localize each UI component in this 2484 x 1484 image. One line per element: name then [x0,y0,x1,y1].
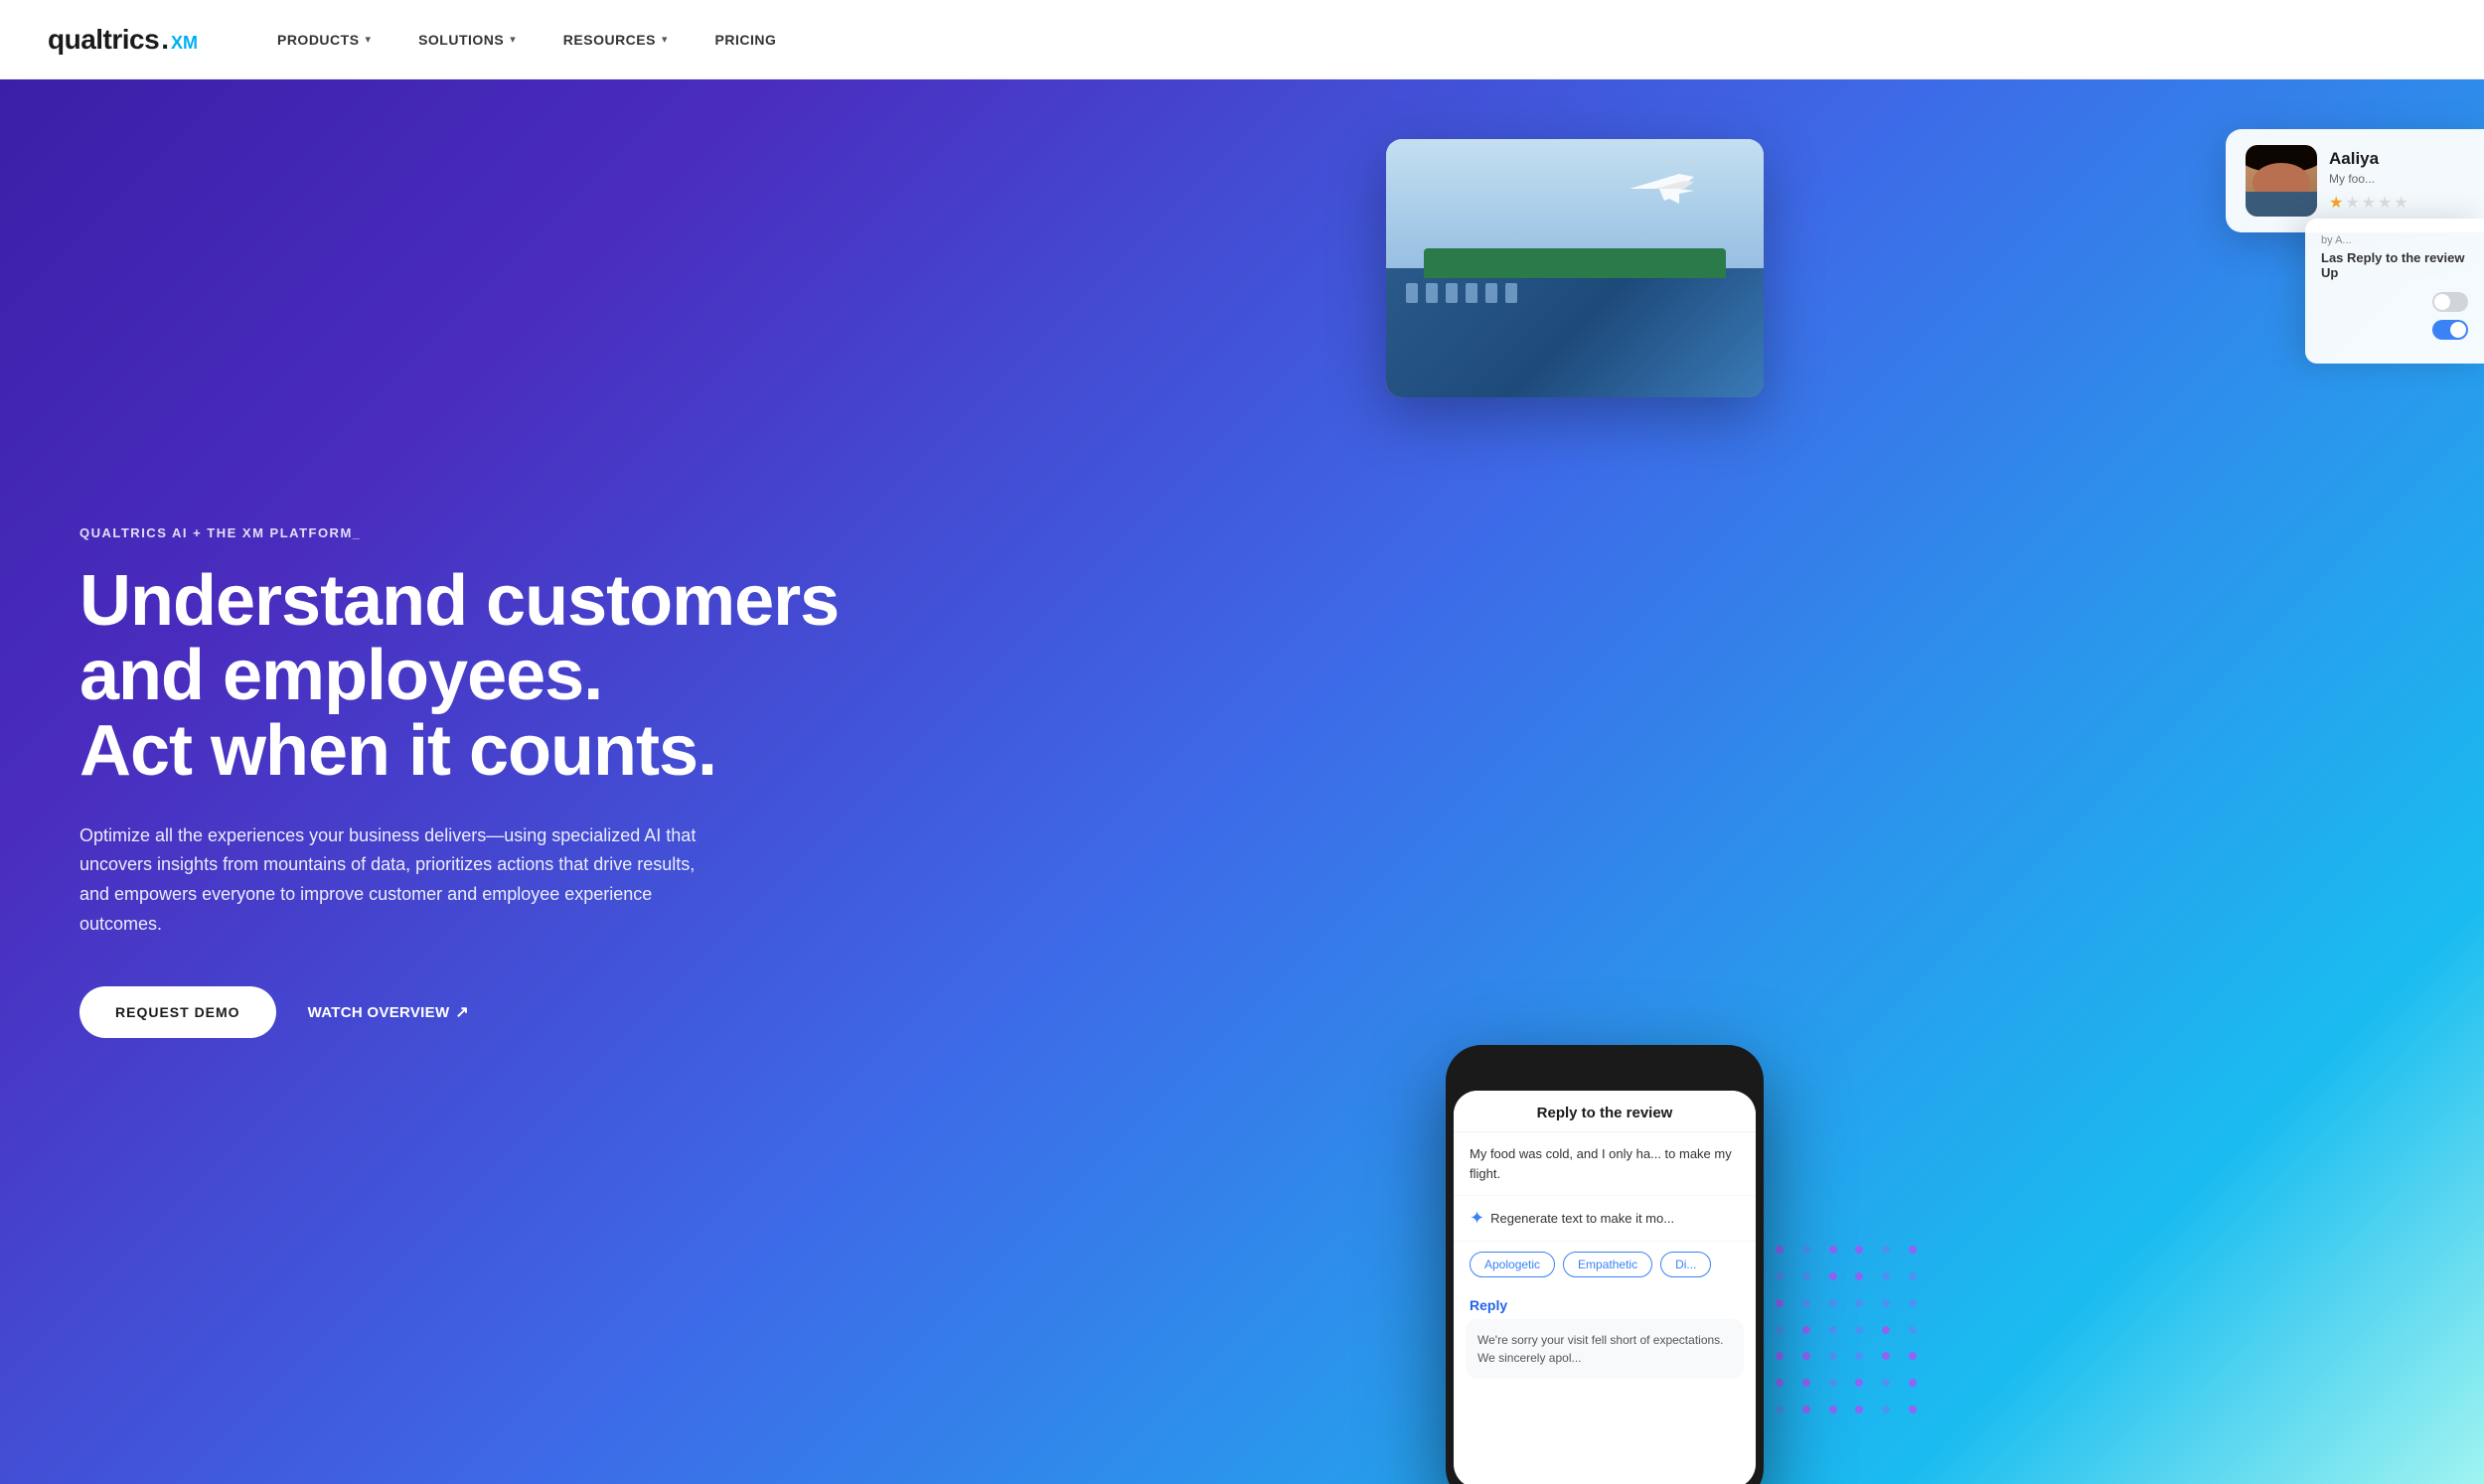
hero-description: Optimize all the experiences your busine… [79,821,715,940]
nav-label-resources: RESOURCES [563,32,656,48]
star-rating: ★ ★ ★ ★ ★ [2329,193,2464,213]
avatar [2246,145,2317,217]
logo-dot: . [161,24,169,56]
nav-label-solutions: SOLUTIONS [418,32,504,48]
toggle-1[interactable] [2432,292,2468,312]
hero-title-line3: Act when it counts. [79,711,716,791]
nav-item-products[interactable]: PRODUCTS ▾ [277,32,371,48]
regenerate-row: ✦ Regenerate text to make it mo... [1454,1196,1756,1242]
chevron-down-icon: ▾ [366,33,372,46]
hero-title: Understand customers and employees. Act … [79,564,1307,790]
hero-section: (function(){ const dp = document.querySe… [0,79,2484,1484]
chevron-down-icon: ▾ [662,33,668,46]
logo-xm: XM [171,33,198,54]
hero-eyebrow: QUALTRICS AI + THE XM PLATFORM_ [79,525,1307,540]
terminal-building [1386,268,1764,397]
side-panel-reply-label: Las Reply to the review Up [2321,250,2468,280]
profile-bubble: Aaliya My foo... ★ ★ ★ ★ ★ [2226,129,2484,232]
nav-item-pricing[interactable]: PRICING [715,32,777,48]
phone-review-text: My food was cold, and I only ha... to ma… [1454,1132,1756,1196]
ai-sparkle-icon: ✦ [1470,1208,1484,1229]
profile-name: Aaliya [2329,149,2464,169]
regenerate-text: Regenerate text to make it mo... [1490,1211,1674,1226]
hero-cta-group: REQUEST DEMO WATCH OVERVIEW ↗ [79,986,1307,1038]
star-empty-4: ★ [2394,193,2407,213]
chevron-down-icon: ▾ [510,33,516,46]
logo-text: qualtrics [48,24,159,56]
logo[interactable]: qualtrics.XM [48,24,198,56]
terminal-roof [1424,248,1726,278]
toggle-row-2 [2321,320,2468,340]
side-panel-by: by A... [2321,234,2468,246]
phone-mockup: Reply to the review My food was cold, an… [1446,1045,1764,1484]
star-empty-1: ★ [2345,193,2359,213]
phone-screen-header: Reply to the review [1454,1091,1756,1132]
navbar: qualtrics.XM PRODUCTS ▾ SOLUTIONS ▾ RESO… [0,0,2484,79]
nav-label-pricing: PRICING [715,32,777,48]
reply-text-area[interactable]: We're sorry your visit fell short of exp… [1466,1319,1744,1379]
phone-screen: Reply to the review My food was cold, an… [1454,1091,1756,1484]
star-empty-3: ★ [2378,193,2392,213]
toggle-row-1 [2321,292,2468,312]
star-filled-1: ★ [2329,193,2343,213]
hero-title-line2: and employees. [79,636,602,715]
phone-notch [1565,1061,1644,1083]
pill-apologetic[interactable]: Apologetic [1470,1252,1555,1277]
watch-overview-label: WATCH OVERVIEW [308,1004,450,1021]
person-jacket [2246,192,2317,217]
hero-content-right: Aaliya My foo... ★ ★ ★ ★ ★ by A... Las R… [1366,79,2484,1484]
person-face [2246,145,2317,217]
nav-label-products: PRODUCTS [277,32,360,48]
hero-content-left: QUALTRICS AI + THE XM PLATFORM_ Understa… [0,79,1366,1484]
nav-item-solutions[interactable]: SOLUTIONS ▾ [418,32,516,48]
external-link-icon: ↗ [455,1002,469,1022]
watch-overview-button[interactable]: WATCH OVERVIEW ↗ [308,1002,470,1022]
hero-title-line1: Understand customers [79,561,839,641]
request-demo-button[interactable]: REQUEST DEMO [79,986,276,1038]
tone-pills-group: Apologetic Empathetic Di... [1454,1242,1756,1287]
toggle-2[interactable] [2432,320,2468,340]
airport-card [1386,139,1764,397]
profile-info: Aaliya My foo... ★ ★ ★ ★ ★ [2329,149,2464,214]
nav-links: PRODUCTS ▾ SOLUTIONS ▾ RESOURCES ▾ PRICI… [277,32,776,48]
side-panel: by A... Las Reply to the review Up [2305,219,2484,364]
profile-preview-text: My foo... [2329,171,2464,188]
reply-label: Reply [1454,1287,1756,1319]
pill-directional[interactable]: Di... [1660,1252,1711,1277]
airport-scene [1386,139,1764,397]
star-empty-2: ★ [2362,193,2376,213]
airplane-icon [1625,169,1704,209]
pill-empathetic[interactable]: Empathetic [1563,1252,1652,1277]
nav-item-resources[interactable]: RESOURCES ▾ [563,32,668,48]
